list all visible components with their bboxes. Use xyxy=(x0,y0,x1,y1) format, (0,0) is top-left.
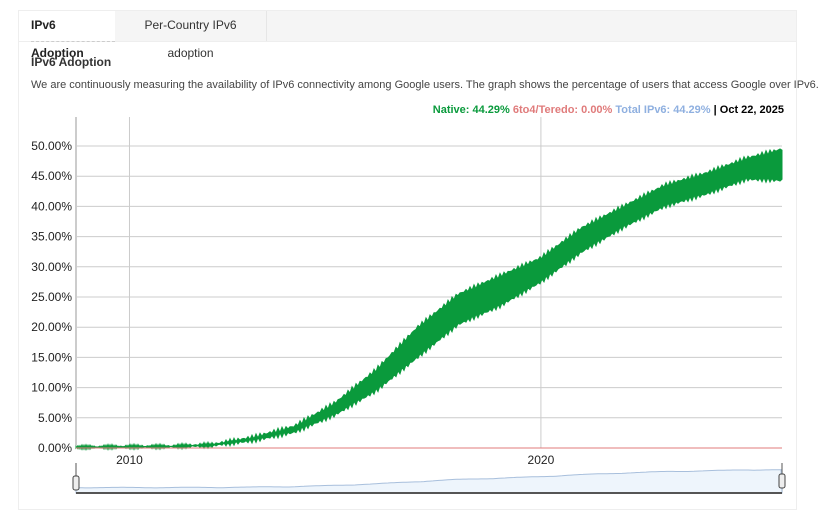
y-tick-label: 25.00% xyxy=(31,290,72,304)
y-tick-label: 10.00% xyxy=(31,381,72,395)
adoption-chart[interactable]: 0.00% 5.00% 10.00% 15.00% 20.00% 25.00% 30.00%… xyxy=(0,0,825,525)
navigator-series xyxy=(75,469,783,494)
y-tick-label: 20.00% xyxy=(31,320,72,334)
y-tick-label: 15.00% xyxy=(31,350,72,364)
y-tick-label: 35.00% xyxy=(31,230,72,244)
range-handle-right[interactable] xyxy=(778,473,786,489)
y-tick-label: 40.00% xyxy=(31,199,72,213)
y-tick-label: 30.00% xyxy=(31,260,72,274)
y-tick-label: 50.00% xyxy=(31,139,72,153)
native-series-band xyxy=(75,148,783,451)
x-tick-label: 2020 xyxy=(528,453,555,467)
y-tick-label: 45.00% xyxy=(31,169,72,183)
y-tick-label: 0.00% xyxy=(38,441,72,455)
range-handle-left[interactable] xyxy=(72,475,80,491)
x-tick-label: 2010 xyxy=(116,453,143,467)
y-tick-label: 5.00% xyxy=(38,411,72,425)
